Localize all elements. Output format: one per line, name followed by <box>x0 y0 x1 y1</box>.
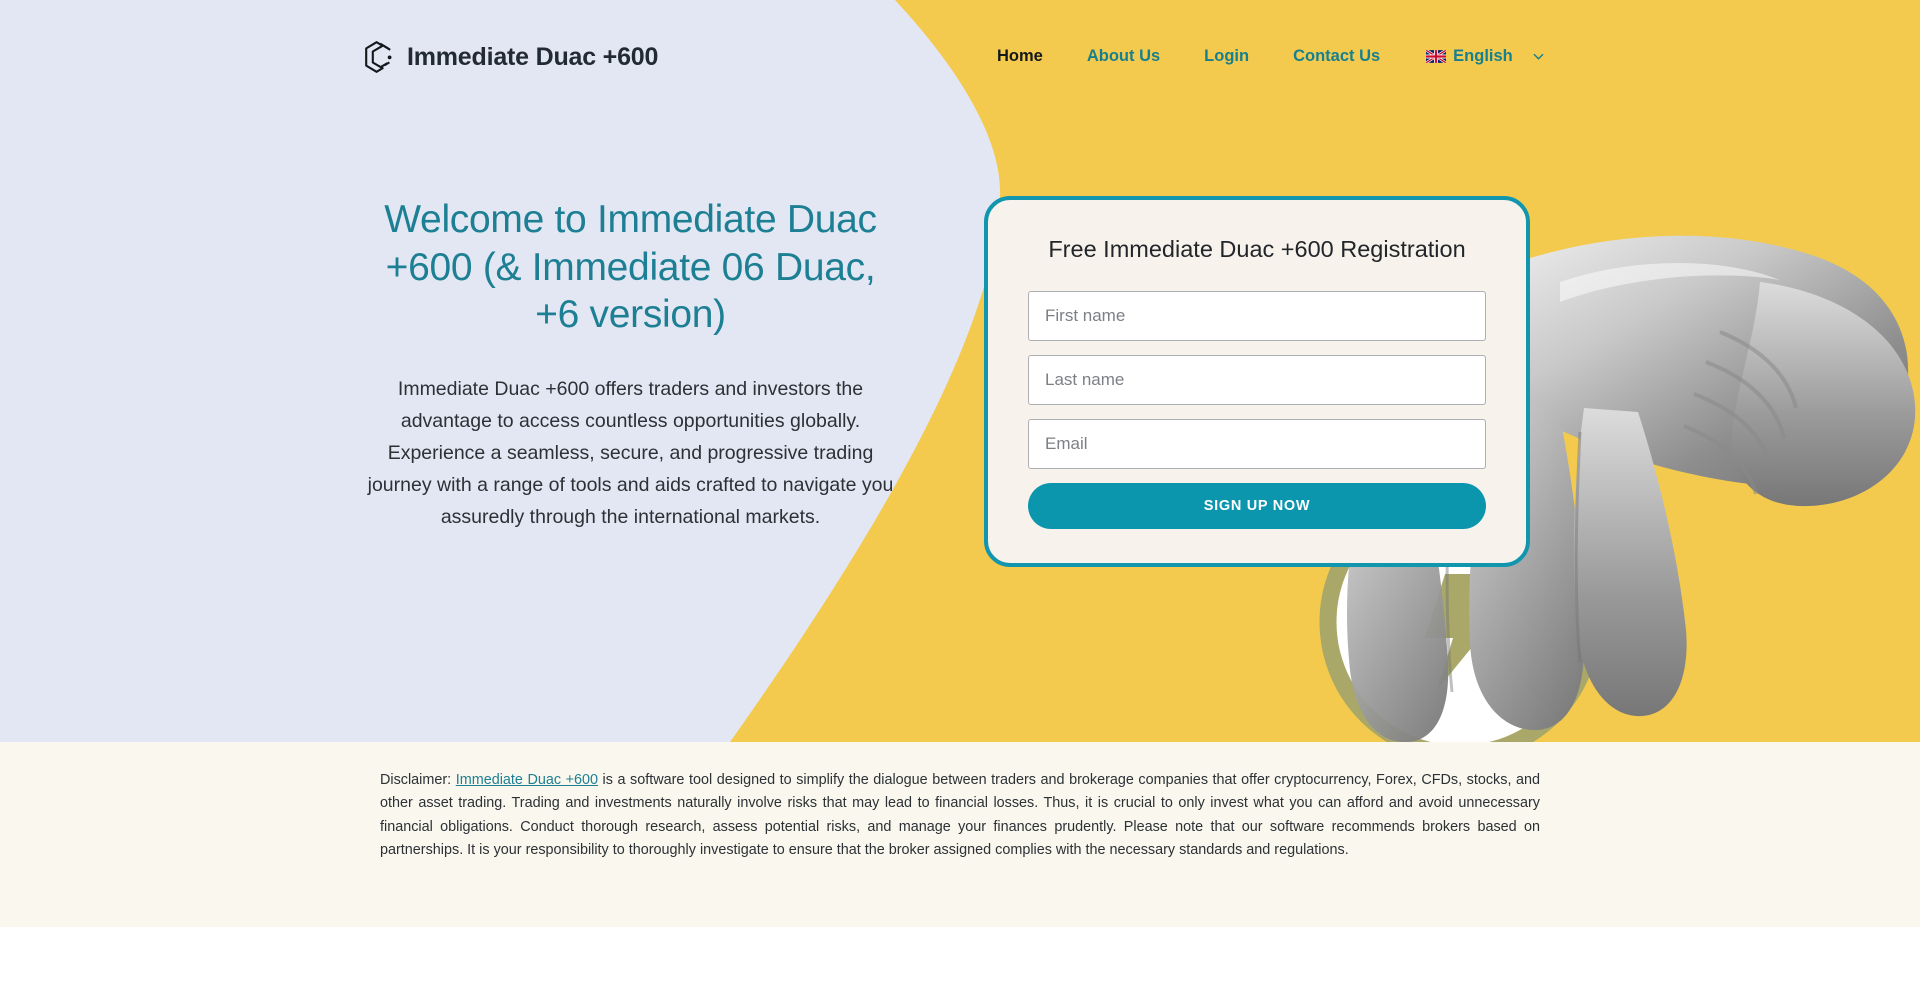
disclaimer-brand-link[interactable]: Immediate Duac +600 <box>456 772 598 788</box>
nav-item-home[interactable]: Home <box>975 47 1065 66</box>
hexagon-c-logo-icon <box>365 41 392 73</box>
nav-item-contact-us[interactable]: Contact Us <box>1271 47 1402 66</box>
main-navigation: Home About Us Login Contact Us English <box>975 47 1544 66</box>
site-header: Immediate Duac +600 Home About Us Login … <box>0 0 1920 96</box>
last-name-input[interactable] <box>1028 355 1486 406</box>
page-footer <box>0 927 1920 1000</box>
disclaimer-band: Disclaimer: Immediate Duac +600 is a sof… <box>0 742 1920 927</box>
language-label: English <box>1453 47 1513 65</box>
hero-background-shape <box>0 0 1920 742</box>
uk-flag-icon <box>1426 50 1447 63</box>
nav-item-about-us[interactable]: About Us <box>1065 47 1182 66</box>
brand-logo-link[interactable]: Immediate Duac +600 <box>363 40 658 74</box>
nav-item-login[interactable]: Login <box>1182 47 1271 66</box>
hero-copy: Welcome to Immediate Duac +600 (& Immedi… <box>363 196 898 534</box>
hero-section: Immediate Duac +600 Home About Us Login … <box>0 0 1920 742</box>
registration-form-card: Free Immediate Duac +600 Registration SI… <box>984 196 1530 568</box>
chevron-down-icon[interactable] <box>1533 51 1544 62</box>
hero-description: Immediate Duac +600 offers traders and i… <box>367 377 894 529</box>
language-selector[interactable]: English <box>1402 47 1544 66</box>
first-name-input[interactable] <box>1028 291 1486 342</box>
brand-name: Immediate Duac +600 <box>407 42 659 71</box>
registration-form-title: Free Immediate Duac +600 Registration <box>1048 236 1466 262</box>
email-input[interactable] <box>1028 419 1486 470</box>
disclaimer-text: Disclaimer: Immediate Duac +600 is a sof… <box>380 769 1540 927</box>
sign-up-now-button[interactable]: SIGN UP NOW <box>1028 483 1486 530</box>
page-title: Welcome to Immediate Duac +600 (& Immedi… <box>384 198 877 337</box>
disclaimer-prefix: Disclaimer: <box>380 772 452 788</box>
